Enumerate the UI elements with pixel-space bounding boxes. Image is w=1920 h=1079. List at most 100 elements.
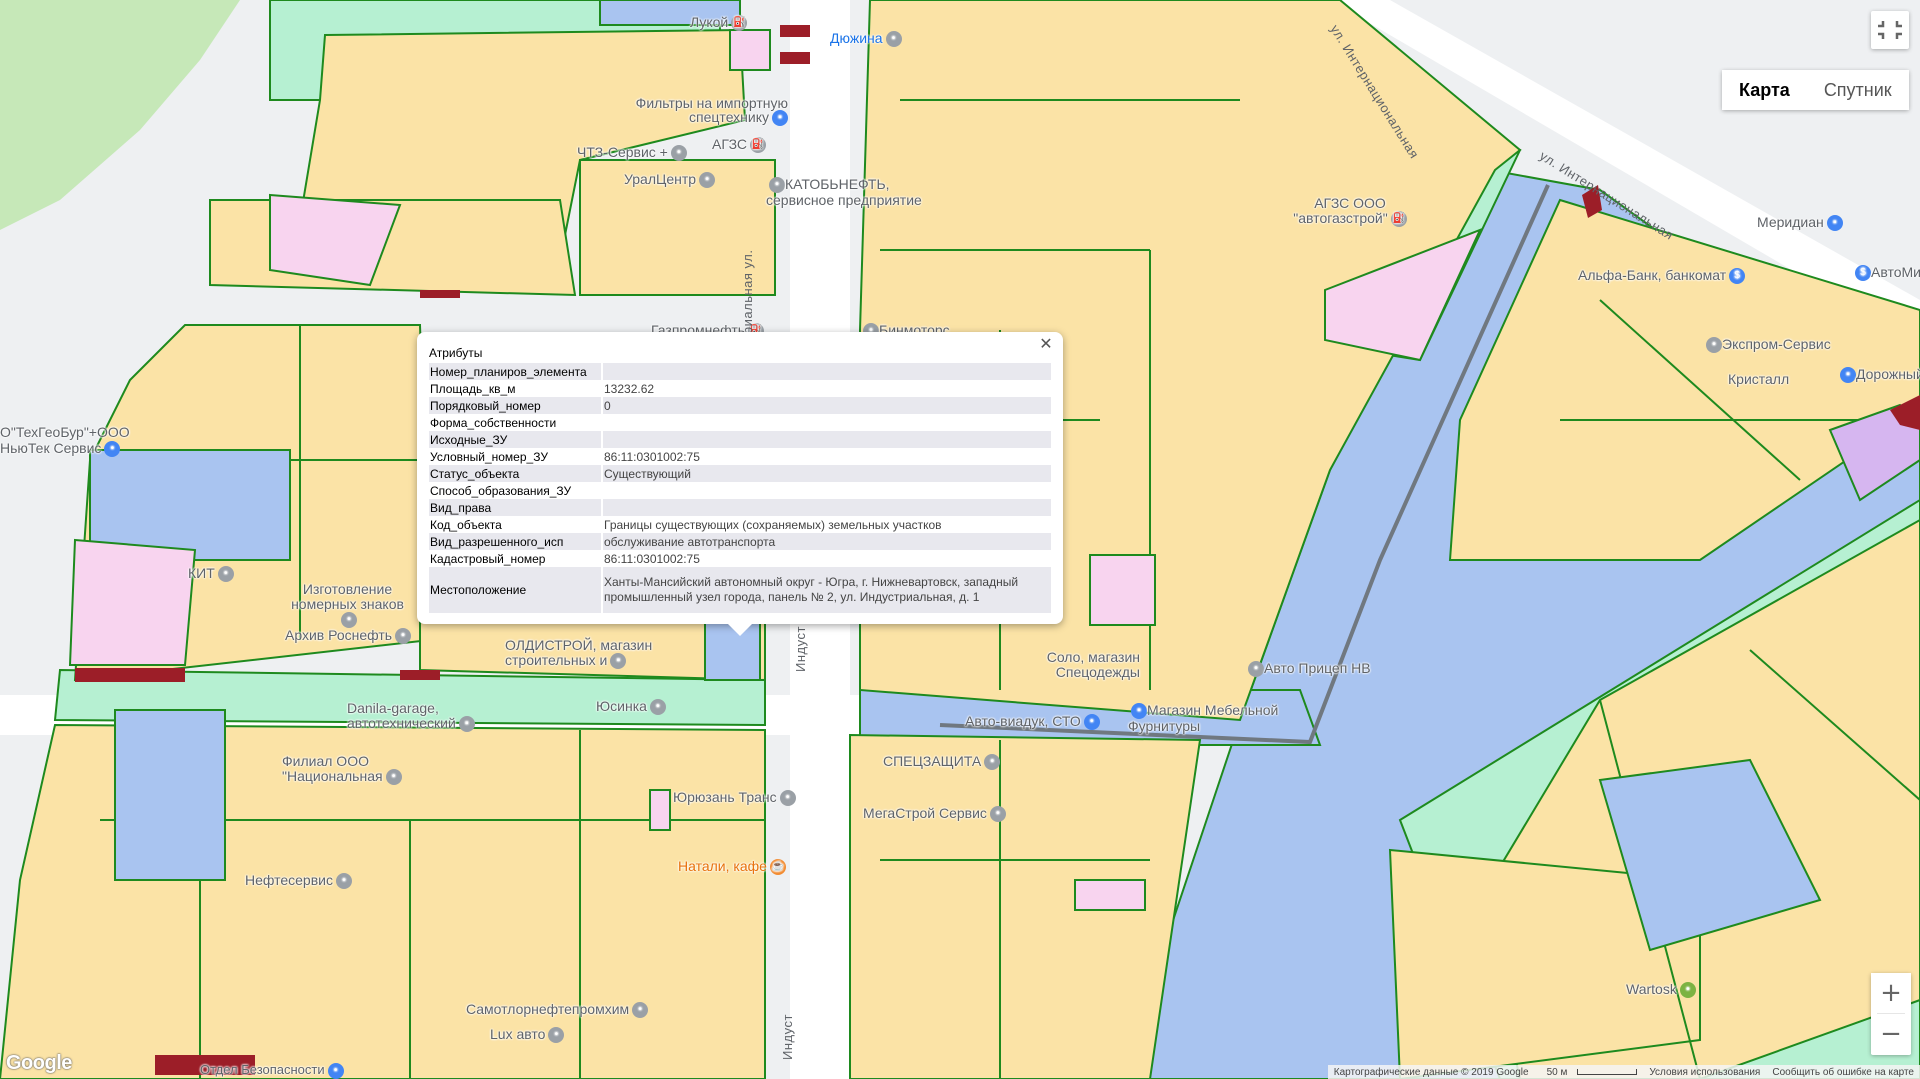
map-footer: Картографические данные © 2019 Google 50… — [1327, 1065, 1920, 1079]
pink-parcel — [1074, 879, 1146, 911]
table-row: Условный_номер_ЗУ 86:11:0301002:75 — [429, 448, 1051, 465]
poi-label[interactable]: • КАТОБЬНЕФТЬ, сервисное предприятие — [766, 176, 956, 209]
poi-label-text: Соло, магазин Спецодежды — [1046, 649, 1140, 680]
attr-key: Вид_права — [429, 499, 601, 516]
poi-label-text: Lux авто — [490, 1026, 546, 1042]
map-type-control: Карта Спутник — [1722, 70, 1909, 110]
attr-value — [603, 363, 1051, 380]
poi-label-text: Филиал ООО "Национальная — [282, 753, 383, 784]
attr-value: 0 — [603, 397, 1051, 414]
blue-parcel — [114, 709, 226, 881]
poi-label-text: Дюжина — [830, 30, 883, 46]
poi-label[interactable]: СПЕЦЗАЩИТА • — [883, 753, 1001, 771]
poi-label[interactable]: КИТ • — [188, 565, 234, 583]
cafe-icon: ☕ — [769, 859, 786, 876]
fullscreen-button[interactable] — [1871, 11, 1909, 49]
poi-label[interactable]: ▪ Магазин Мебельной Фурнитуры — [1128, 702, 1288, 734]
poi-label-text: Меридиан — [1757, 214, 1824, 230]
poi-label[interactable]: $АвтоМир — [1852, 264, 1920, 282]
poi-label[interactable]: Меридиан ▪ — [1757, 214, 1843, 232]
attribution-text: Картографические данные © 2019 Google — [1333, 1066, 1529, 1078]
poi-label-text: Лукой — [690, 14, 729, 30]
poi-label[interactable]: Дюжина • — [830, 30, 902, 48]
poi-label[interactable]: Кристалл — [1728, 371, 1789, 387]
attr-key: Условный_номер_ЗУ — [430, 449, 548, 464]
table-row: Статус_объекта Существующий — [429, 465, 1051, 482]
poi-label[interactable]: • Авто Прицеп НВ — [1245, 660, 1371, 678]
attr-value — [603, 482, 1051, 499]
poi-label[interactable]: Филиал ООО "Национальная • — [282, 753, 427, 786]
pink-parcel — [1089, 554, 1156, 626]
attr-key: Местоположение — [429, 567, 601, 613]
attr-key: Номер_планиров_элемента — [429, 363, 601, 380]
pin-icon: • — [217, 566, 234, 583]
shop-icon: ▪ — [1131, 703, 1147, 720]
poi-label[interactable]: Соло, магазин Спецодежды — [1010, 650, 1140, 680]
pin-icon: • — [395, 628, 412, 645]
poi-label-text: Отдел Безопасности — [200, 1062, 325, 1077]
google-logo[interactable]: Google — [6, 1052, 72, 1075]
map-type-map-button[interactable]: Карта — [1722, 70, 1807, 110]
attr-value: 86:11:0301002:75 — [604, 551, 700, 566]
pin-icon: • — [385, 769, 402, 786]
poi-label[interactable]: ОЛДИСТРОЙ, магазин строительных и ▪ — [505, 638, 665, 670]
poi-label[interactable]: АГЗС ООО "автогазстрой" ⛽ — [1290, 196, 1410, 228]
poi-label-text: Нефтесервис — [245, 872, 333, 888]
pink-parcel — [729, 29, 771, 71]
poi-label[interactable]: Авто-виадук, СТО • — [965, 713, 1100, 731]
scale-bar[interactable]: 50 м — [1535, 1067, 1644, 1078]
poi-label-text: МегаСтрой Сервис — [863, 805, 987, 821]
pin-icon: • — [769, 177, 785, 194]
shop-icon: ▪ — [610, 653, 627, 670]
poi-label-text: ЧТЗ-Сервис + — [577, 144, 668, 160]
pin-icon: • — [632, 1002, 649, 1019]
table-row: Исходные_ЗУ — [429, 431, 1051, 448]
poi-label[interactable]: Нефтесервис • — [245, 872, 352, 890]
poi-label[interactable]: Натали, кафе ☕ — [678, 858, 786, 876]
poi-label[interactable]: ▪ Дорожный — [1837, 366, 1920, 384]
poi-label-text: Изготовление номерных знаков — [291, 581, 404, 612]
poi-label-text: Альфа-Банк, банкомат — [1578, 267, 1727, 283]
attr-key: Вид_разрешенного_исп — [429, 533, 601, 550]
poi-label[interactable]: ЧТЗ-Сервис + • — [577, 144, 687, 162]
attr-value: 13232.62 — [604, 381, 655, 396]
poi-label[interactable]: Danila-garage, автотехнический ▪ — [347, 701, 507, 733]
poi-label-text: Экспром-Сервис — [1722, 336, 1831, 352]
poi-label-text: Фильтры на импортную спецтехнику — [635, 95, 788, 125]
poi-label[interactable]: Альфа-Банк, банкомат $ — [1578, 267, 1746, 285]
poi-label[interactable]: Отдел Безопасности • — [200, 1062, 344, 1079]
gas-station-icon: ⛽ — [1390, 211, 1407, 228]
pin-icon: • — [885, 31, 902, 48]
poi-label[interactable]: Юсинка • — [596, 698, 666, 716]
poi-label[interactable]: Lux авто • — [490, 1026, 565, 1044]
terms-link[interactable]: Условия использования — [1643, 1067, 1766, 1078]
zoom-out-button[interactable]: − — [1871, 1014, 1911, 1054]
poi-label-text: КАТОБЬНЕФТЬ, сервисное предприятие — [766, 176, 922, 209]
poi-label-text: Самотлорнефтепромхим — [466, 1001, 630, 1017]
poi-label-text: Авто Прицеп НВ — [1264, 660, 1371, 676]
poi-label[interactable]: Архив Роснефть • — [285, 627, 412, 645]
poi-label-text: СПЕЦЗАЩИТА — [883, 753, 982, 769]
attr-key: Способ_образования_ЗУ — [430, 483, 572, 498]
poi-label-text: Архив Роснефть — [285, 627, 393, 643]
attr-key: Форма_собственности — [430, 415, 557, 430]
poi-label-text: КИТ — [188, 565, 215, 581]
poi-label[interactable]: • Экспром-Сервис — [1703, 336, 1831, 354]
zoom-in-button[interactable]: + — [1871, 973, 1911, 1013]
pin-icon: • — [1248, 661, 1264, 678]
poi-label[interactable]: Wartosk • — [1626, 981, 1696, 999]
map-type-satellite-button[interactable]: Спутник — [1806, 70, 1909, 110]
pin-icon: • — [1083, 714, 1100, 731]
poi-label[interactable]: Изготовление номерных знаков• — [285, 581, 410, 629]
poi-label[interactable]: МегаСтрой Сервис • — [863, 805, 1006, 823]
poi-label[interactable]: О"ТехГеоБур"+ООО НьюТек Сервис • — [0, 424, 130, 458]
poi-label[interactable]: Фильтры на импортную спецтехнику ▪ — [628, 95, 788, 127]
table-row: Вид_разрешенного_исп обслуживание автотра… — [429, 533, 1051, 550]
report-error-link[interactable]: Сообщить об ошибке на карте — [1766, 1067, 1920, 1078]
poi-label[interactable]: АГЗС ⛽ — [712, 136, 767, 154]
poi-label[interactable]: УралЦентр • — [624, 171, 716, 189]
close-icon[interactable]: ✕ — [1037, 336, 1055, 354]
poi-label[interactable]: Самотлорнефтепромхим • — [466, 1001, 649, 1019]
poi-label[interactable]: Юрюзань Транс • — [673, 789, 796, 807]
poi-label[interactable]: Лукой ⛽ — [690, 14, 748, 32]
